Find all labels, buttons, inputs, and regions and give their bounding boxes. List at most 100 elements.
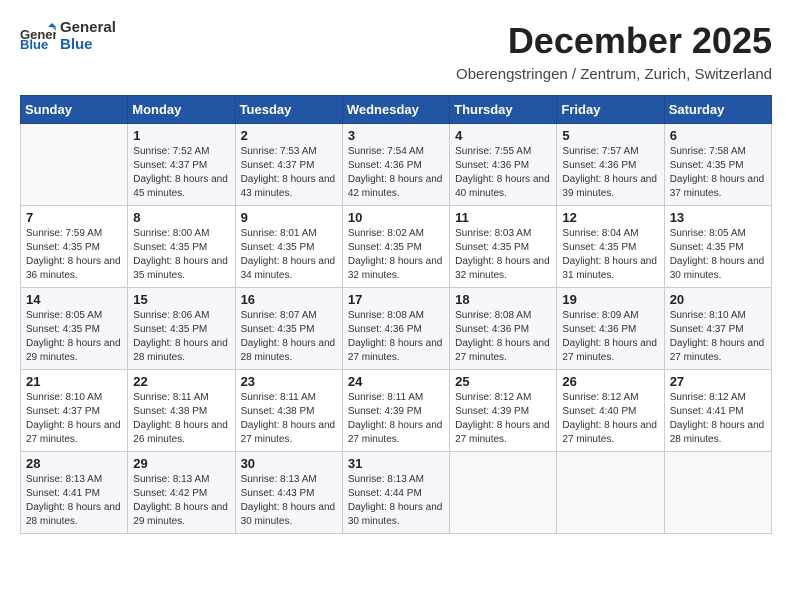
- daylight-text: Daylight: 8 hours and 32 minutes.: [348, 256, 443, 281]
- daylight-text: Daylight: 8 hours and 28 minutes.: [670, 420, 765, 445]
- day-number: 20: [670, 292, 766, 307]
- sunset-text: Sunset: 4:37 PM: [133, 160, 207, 171]
- sunset-text: Sunset: 4:36 PM: [562, 324, 636, 335]
- day-info: Sunrise: 8:12 AMSunset: 4:39 PMDaylight:…: [455, 391, 551, 447]
- sunrise-text: Sunrise: 8:05 AM: [670, 228, 746, 239]
- sunset-text: Sunset: 4:36 PM: [455, 324, 529, 335]
- sunset-text: Sunset: 4:38 PM: [241, 406, 315, 417]
- calendar-cell: 20 Sunrise: 8:10 AMSunset: 4:37 PMDayligh…: [664, 288, 771, 370]
- calendar-cell: 18Sunrise: 8:08 AMSunset: 4:36 PMDayligh…: [450, 288, 557, 370]
- sunset-text: Sunset: 4:36 PM: [455, 160, 529, 171]
- calendar-cell: 31Sunrise: 8:13 AMSunset: 4:44 PMDayligh…: [342, 452, 449, 534]
- daylight-text: Daylight: 8 hours and 27 minutes.: [455, 338, 550, 363]
- sunset-text: Sunset: 4:41 PM: [26, 488, 100, 499]
- day-number: 1: [133, 128, 229, 143]
- day-info: Sunrise: 8:08 AMSunset: 4:36 PMDaylight:…: [348, 309, 444, 365]
- daylight-text: Daylight: 8 hours and 32 minutes.: [455, 256, 550, 281]
- day-info: Sunrise: 8:09 AM Sunset: 4:36 PM Daylight:…: [562, 309, 658, 365]
- sunrise-text: Sunrise: 8:05 AM: [26, 310, 102, 321]
- sunset-text: Sunset: 4:42 PM: [133, 488, 207, 499]
- calendar-cell: 13Sunrise: 8:05 AMSunset: 4:35 PMDayligh…: [664, 206, 771, 288]
- day-number: 26: [562, 374, 658, 389]
- calendar-cell: 4 Sunrise: 7:55 AMSunset: 4:36 PMDaylight…: [450, 124, 557, 206]
- day-info: Sunrise: 8:13 AMSunset: 4:44 PMDaylight:…: [348, 473, 444, 529]
- sunset-text: Sunset: 4:35 PM: [348, 242, 422, 253]
- weekday-header-tuesday: Tuesday: [235, 96, 342, 124]
- daylight-text: Daylight: 8 hours and 40 minutes.: [455, 174, 550, 199]
- day-number: 13: [670, 210, 766, 225]
- day-number: 3: [348, 128, 444, 143]
- calendar-cell: 1Sunrise: 7:52 AMSunset: 4:37 PMDaylight…: [128, 124, 235, 206]
- daylight-text: Daylight: 8 hours and 43 minutes.: [241, 174, 336, 199]
- daylight-text: Daylight: 8 hours and 27 minutes.: [348, 420, 443, 445]
- day-number: 28: [26, 456, 122, 471]
- calendar-week-row-3: 14Sunrise: 8:05 AMSunset: 4:35 PMDayligh…: [21, 288, 772, 370]
- sunrise-text: Sunrise: 7:53 AM: [241, 146, 317, 157]
- sunset-text: Sunset: 4:35 PM: [670, 160, 744, 171]
- daylight-text: Daylight: 8 hours and 35 minutes.: [133, 256, 228, 281]
- day-number: 4: [455, 128, 551, 143]
- sunrise-text: Sunrise: 8:10 AM: [26, 392, 102, 403]
- day-info: Sunrise: 8:10 AMSunset: 4:37 PMDaylight:…: [670, 309, 766, 365]
- daylight-text: Daylight: 8 hours and 37 minutes.: [670, 174, 765, 199]
- weekday-header-sunday: Sunday: [21, 96, 128, 124]
- daylight-text: Daylight: 8 hours and 27 minutes.: [241, 420, 336, 445]
- calendar-cell: [21, 124, 128, 206]
- daylight-text: Daylight: 8 hours and 27 minutes.: [562, 338, 657, 363]
- sunrise-text: Sunrise: 8:13 AM: [26, 474, 102, 485]
- daylight-text: Daylight: 8 hours and 31 minutes.: [562, 256, 657, 281]
- daylight-text: Daylight: 8 hours and 28 minutes.: [26, 502, 121, 527]
- sunrise-text: Sunrise: 7:52 AM: [133, 146, 209, 157]
- day-number: 27: [670, 374, 766, 389]
- day-info: Sunrise: 7:54 AMSunset: 4:36 PMDaylight:…: [348, 145, 444, 201]
- day-info: Sunrise: 8:13 AMSunset: 4:43 PMDaylight:…: [241, 473, 337, 529]
- calendar-cell: 17 Sunrise: 8:08 AMSunset: 4:36 PMDayligh…: [342, 288, 449, 370]
- sunset-text: Sunset: 4:39 PM: [455, 406, 529, 417]
- day-number: 15: [133, 292, 229, 307]
- sunrise-text: Sunrise: 8:12 AM: [455, 392, 531, 403]
- calendar-cell: 2Sunrise: 7:53 AMSunset: 4:37 PMDaylight…: [235, 124, 342, 206]
- day-number: 19: [562, 292, 658, 307]
- sunrise-text: Sunrise: 7:59 AM: [26, 228, 102, 239]
- sunset-text: Sunset: 4:37 PM: [26, 406, 100, 417]
- location-subtitle: Oberengstringen / Zentrum, Zurich, Switz…: [20, 66, 772, 83]
- sunset-text: Sunset: 4:35 PM: [562, 242, 636, 253]
- calendar-cell: 27 Sunrise: 8:12 AMSunset: 4:41 PMDayligh…: [664, 370, 771, 452]
- calendar-cell: 8Sunrise: 8:00 AMSunset: 4:35 PMDaylight…: [128, 206, 235, 288]
- sunset-text: Sunset: 4:41 PM: [670, 406, 744, 417]
- calendar-cell: [450, 452, 557, 534]
- sunrise-text: Sunrise: 8:08 AM: [455, 310, 531, 321]
- day-number: 17: [348, 292, 444, 307]
- sunset-text: Sunset: 4:35 PM: [670, 242, 744, 253]
- day-number: 23: [241, 374, 337, 389]
- sunrise-text: Sunrise: 8:07 AM: [241, 310, 317, 321]
- sunset-text: Sunset: 4:44 PM: [348, 488, 422, 499]
- daylight-text: Daylight: 8 hours and 34 minutes.: [241, 256, 336, 281]
- day-info: Sunrise: 8:13 AM Sunset: 4:41 PM Daylight:…: [26, 473, 122, 529]
- sunrise-text: Sunrise: 8:01 AM: [241, 228, 317, 239]
- sunrise-text: Sunrise: 8:09 AM: [562, 310, 638, 321]
- sunset-text: Sunset: 4:40 PM: [562, 406, 636, 417]
- sunset-text: Sunset: 4:38 PM: [133, 406, 207, 417]
- calendar-cell: 5Sunrise: 7:57 AMSunset: 4:36 PMDaylight…: [557, 124, 664, 206]
- daylight-text: Daylight: 8 hours and 29 minutes.: [26, 338, 121, 363]
- day-info: Sunrise: 8:12 AMSunset: 4:41 PMDaylight:…: [670, 391, 766, 447]
- calendar-cell: [557, 452, 664, 534]
- day-number: 21: [26, 374, 122, 389]
- day-info: Sunrise: 8:13 AMSunset: 4:42 PMDaylight:…: [133, 473, 229, 529]
- day-info: Sunrise: 8:07 AMSunset: 4:35 PMDaylight:…: [241, 309, 337, 365]
- svg-text:Blue: Blue: [20, 37, 48, 51]
- calendar-cell: 28 Sunrise: 8:13 AM Sunset: 4:41 PM Dayligh…: [21, 452, 128, 534]
- calendar-cell: 7Sunrise: 7:59 AMSunset: 4:35 PMDaylight…: [21, 206, 128, 288]
- day-info: Sunrise: 7:55 AMSunset: 4:36 PMDaylight:…: [455, 145, 551, 201]
- sunrise-text: Sunrise: 7:54 AM: [348, 146, 424, 157]
- daylight-text: Daylight: 8 hours and 28 minutes.: [241, 338, 336, 363]
- day-number: 7: [26, 210, 122, 225]
- calendar-cell: 21Sunrise: 8:10 AMSunset: 4:37 PMDayligh…: [21, 370, 128, 452]
- day-info: Sunrise: 8:03 AMSunset: 4:35 PMDaylight:…: [455, 227, 551, 283]
- calendar-cell: 15Sunrise: 8:06 AMSunset: 4:35 PMDayligh…: [128, 288, 235, 370]
- day-info: Sunrise: 8:10 AMSunset: 4:37 PMDaylight:…: [26, 391, 122, 447]
- day-info: Sunrise: 8:00 AMSunset: 4:35 PMDaylight:…: [133, 227, 229, 283]
- day-info: Sunrise: 8:05 AMSunset: 4:35 PMDaylight:…: [670, 227, 766, 283]
- day-info: Sunrise: 7:57 AMSunset: 4:36 PMDaylight:…: [562, 145, 658, 201]
